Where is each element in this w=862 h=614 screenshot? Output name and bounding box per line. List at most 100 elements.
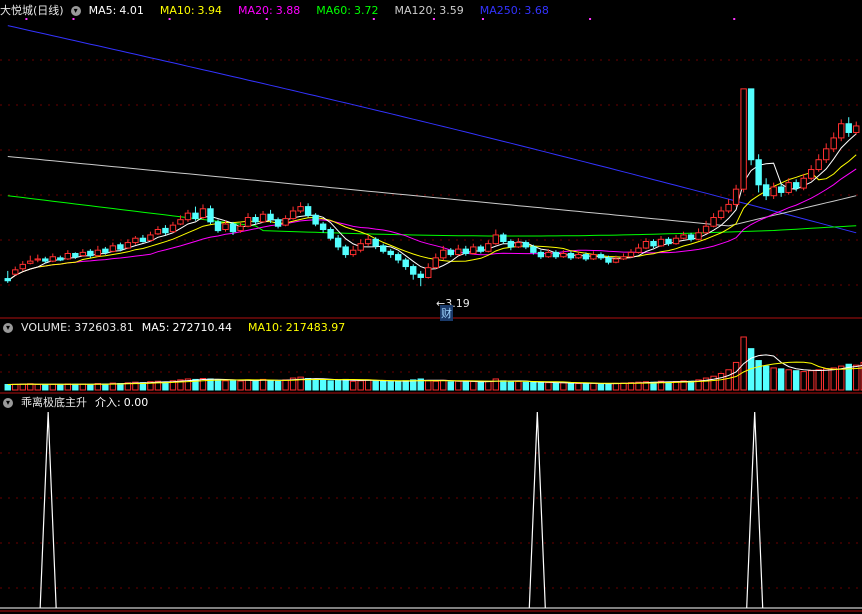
volume-bar <box>440 379 447 391</box>
volume-bar <box>49 383 57 391</box>
volume-bar <box>462 381 469 391</box>
candle-body <box>237 225 244 232</box>
candle-body <box>259 213 267 223</box>
signal-spike <box>528 411 546 609</box>
volume-bar <box>252 380 259 391</box>
candle-body <box>102 248 109 253</box>
candle-body <box>702 225 710 234</box>
candle-body <box>590 254 597 260</box>
candle-body <box>207 208 214 223</box>
candle-body <box>732 188 740 205</box>
candle-body <box>42 258 49 262</box>
ma120-line <box>7 156 857 227</box>
legend-entry: 介入: 0.00 <box>95 396 149 409</box>
volume-bar <box>87 383 94 391</box>
candle-body <box>560 252 567 258</box>
candle-body <box>327 228 334 239</box>
volume-bar <box>537 382 545 391</box>
volume-bar <box>57 383 64 391</box>
candle-body <box>147 234 154 241</box>
candle-body <box>680 234 687 239</box>
volume-bar <box>762 365 770 391</box>
signal-dot <box>589 18 592 20</box>
volume-bar <box>395 380 402 391</box>
volume-bar <box>545 382 552 391</box>
signal-spike <box>746 411 764 609</box>
volume-header: ▾ VOLUME: 372603.81 MA5: 272710.44 MA10: 21… <box>0 319 369 337</box>
candle-body <box>537 251 545 258</box>
candle-body <box>582 254 590 260</box>
settings-icon[interactable]: ▾ <box>70 6 81 16</box>
volume-bar <box>830 367 837 391</box>
candle-body <box>372 238 379 247</box>
candle-body <box>379 245 387 252</box>
volume-bar <box>710 375 717 391</box>
candle-body <box>117 244 124 250</box>
volume-bar <box>402 380 409 391</box>
candle-body <box>432 257 439 269</box>
candle-body <box>349 249 357 256</box>
legend-entry: MA250: 3.68 <box>479 4 549 17</box>
candle-body <box>657 238 665 247</box>
candle-body <box>440 249 447 259</box>
candle-body <box>214 221 222 232</box>
volume-bar <box>800 371 807 391</box>
candle-body <box>364 238 372 245</box>
candle-body <box>304 206 312 216</box>
candle-body <box>87 250 94 257</box>
volume-bar <box>687 380 695 391</box>
candle-body <box>267 213 274 221</box>
volume-bar <box>214 379 222 391</box>
stock-chart[interactable] <box>0 0 862 614</box>
candle-body <box>425 267 432 278</box>
candle-body <box>530 246 537 253</box>
finance-event-marker[interactable]: 财 <box>440 305 453 321</box>
volume-bar <box>477 381 485 391</box>
candle-body <box>627 251 635 258</box>
legend-entry: MA5: 4.01 <box>88 4 144 17</box>
volume-bar <box>19 383 26 391</box>
candle-body <box>740 88 747 190</box>
volume-bar <box>425 380 432 391</box>
candle-body <box>545 251 552 258</box>
settings-icon[interactable]: ▾ <box>3 398 13 408</box>
candle-body <box>800 177 807 189</box>
candle-body <box>222 223 229 230</box>
volume-bar <box>770 367 777 391</box>
volume-bar <box>222 380 229 391</box>
volume-bar <box>244 379 252 391</box>
volume-bar <box>334 379 342 391</box>
candle-body <box>139 237 147 242</box>
volume-bar <box>349 380 357 391</box>
candle-body <box>687 234 695 240</box>
candle-body <box>838 123 845 139</box>
legend-entry: MA5: 272710.44 <box>141 321 232 334</box>
candle-body <box>447 249 454 256</box>
volume-bar <box>102 383 109 391</box>
candle-body <box>417 273 424 278</box>
legend-entry: MA20: 3.88 <box>238 4 301 17</box>
indicator-title: 乖离极底主升 <box>21 396 87 409</box>
legend-entry: MA60: 3.72 <box>316 4 379 17</box>
candle-body <box>109 245 117 252</box>
candle-body <box>807 169 815 179</box>
settings-icon[interactable]: ▾ <box>3 323 13 333</box>
candle-body <box>672 237 680 245</box>
candle-body <box>777 186 785 193</box>
candle-body <box>395 254 402 261</box>
candle-body <box>522 242 530 248</box>
candle-body <box>357 243 364 251</box>
candle-body <box>830 137 837 150</box>
candle-body <box>845 123 852 133</box>
candle-body <box>492 234 500 245</box>
volume-bar <box>274 380 282 391</box>
candle-body <box>252 217 259 223</box>
candle-body <box>64 252 72 260</box>
candle-body <box>282 218 289 226</box>
candle-body <box>507 240 515 248</box>
candle-body <box>244 217 252 227</box>
candle-body <box>717 210 725 219</box>
volume-title: VOLUME: 372603.81 <box>21 321 134 334</box>
volume-bar <box>79 383 87 391</box>
volume-bar <box>470 381 477 391</box>
